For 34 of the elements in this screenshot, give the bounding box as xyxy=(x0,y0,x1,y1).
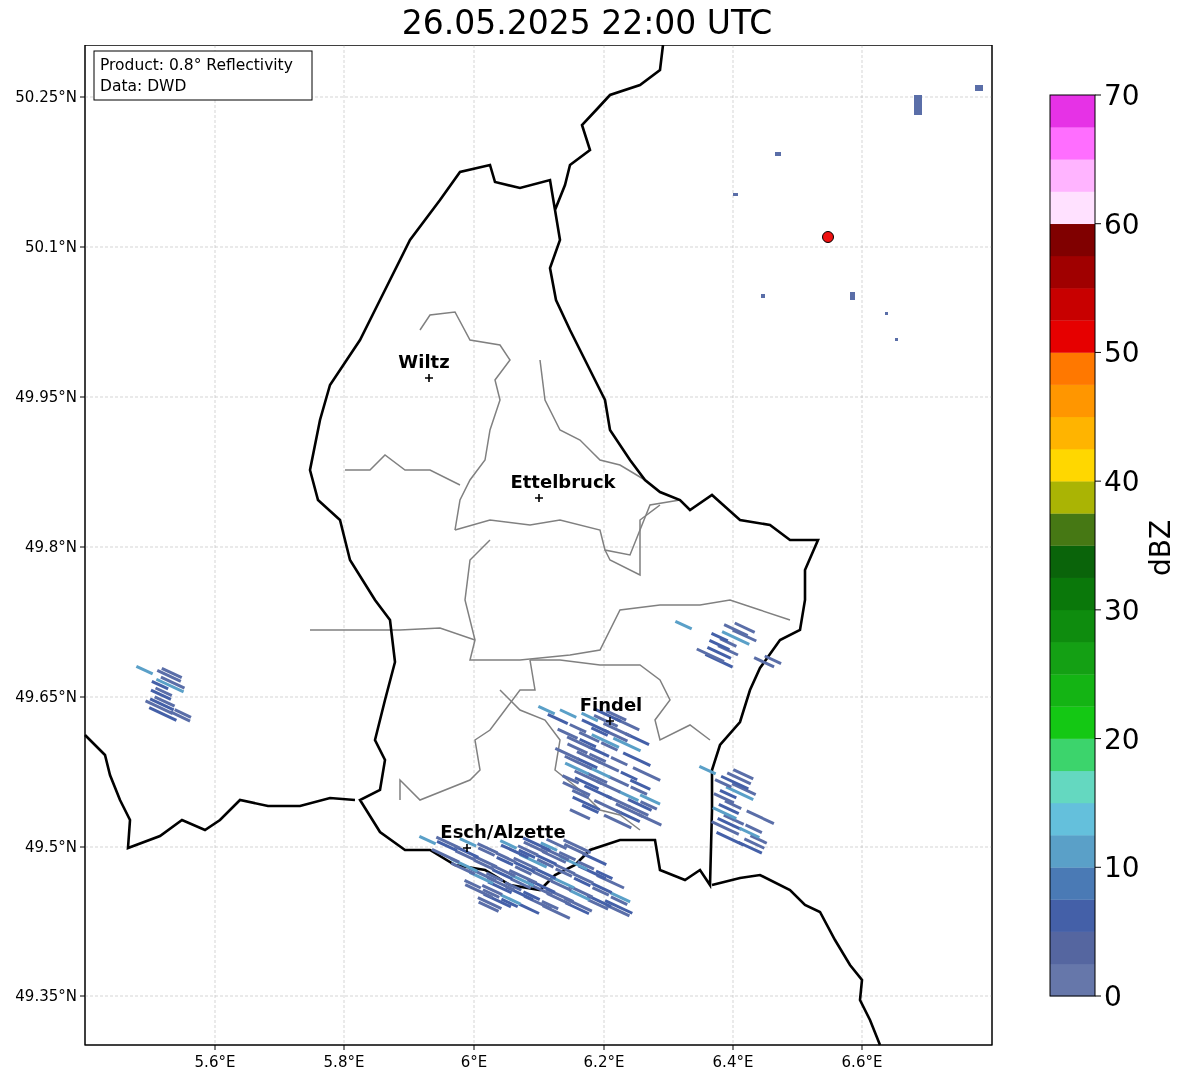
city-label: Findel xyxy=(579,694,643,715)
colorbar-tick-label: 40 xyxy=(1104,465,1140,499)
y-tick-label: 50.25°N xyxy=(15,88,77,106)
colorbar-tick-label: 0 xyxy=(1104,980,1122,1013)
info-text: Data: DWD xyxy=(100,77,187,95)
x-tick-label: 6.2°E xyxy=(583,1053,625,1071)
x-tick-label: 6°E xyxy=(460,1053,488,1071)
city-marker-icon xyxy=(462,843,472,853)
y-tick-label: 49.65°N xyxy=(15,688,77,706)
y-tick-label: 49.35°N xyxy=(15,987,77,1005)
x-tick-label: 6.4°E xyxy=(712,1053,754,1071)
city-marker-icon xyxy=(605,716,615,726)
city-label: Wiltz xyxy=(398,351,450,372)
colorbar-tick-label: 70 xyxy=(1104,79,1140,112)
city-marker-icon xyxy=(534,493,544,503)
colorbar-label: dBZ xyxy=(1144,519,1177,577)
y-tick-label: 49.95°N xyxy=(15,388,77,406)
city-label: Esch/Alzette xyxy=(440,821,566,842)
city-marker-icon xyxy=(424,373,434,383)
colorbar-tick-label: 20 xyxy=(1104,722,1140,756)
x-tick-label: 5.6°E xyxy=(194,1053,236,1071)
chart-title: 26.05.2025 22:00 UTC xyxy=(401,6,773,39)
city-label: Ettelbruck xyxy=(510,471,616,492)
y-tick-label: 49.5°N xyxy=(24,838,77,856)
y-tick-label: 49.8°N xyxy=(24,538,77,556)
y-tick-label: 50.1°N xyxy=(24,238,77,256)
x-tick-label: 6.6°E xyxy=(841,1053,883,1071)
x-tick-label: 5.8°E xyxy=(323,1053,365,1071)
colorbar-tick-label: 10 xyxy=(1104,851,1140,885)
colorbar-tick-label: 30 xyxy=(1104,593,1140,627)
info-text: Product: 0.8° Reflectivity xyxy=(100,56,293,74)
colorbar-tick-label: 50 xyxy=(1104,336,1140,370)
colorbar-tick-label: 60 xyxy=(1104,207,1140,241)
location-marker-icon xyxy=(822,231,834,243)
